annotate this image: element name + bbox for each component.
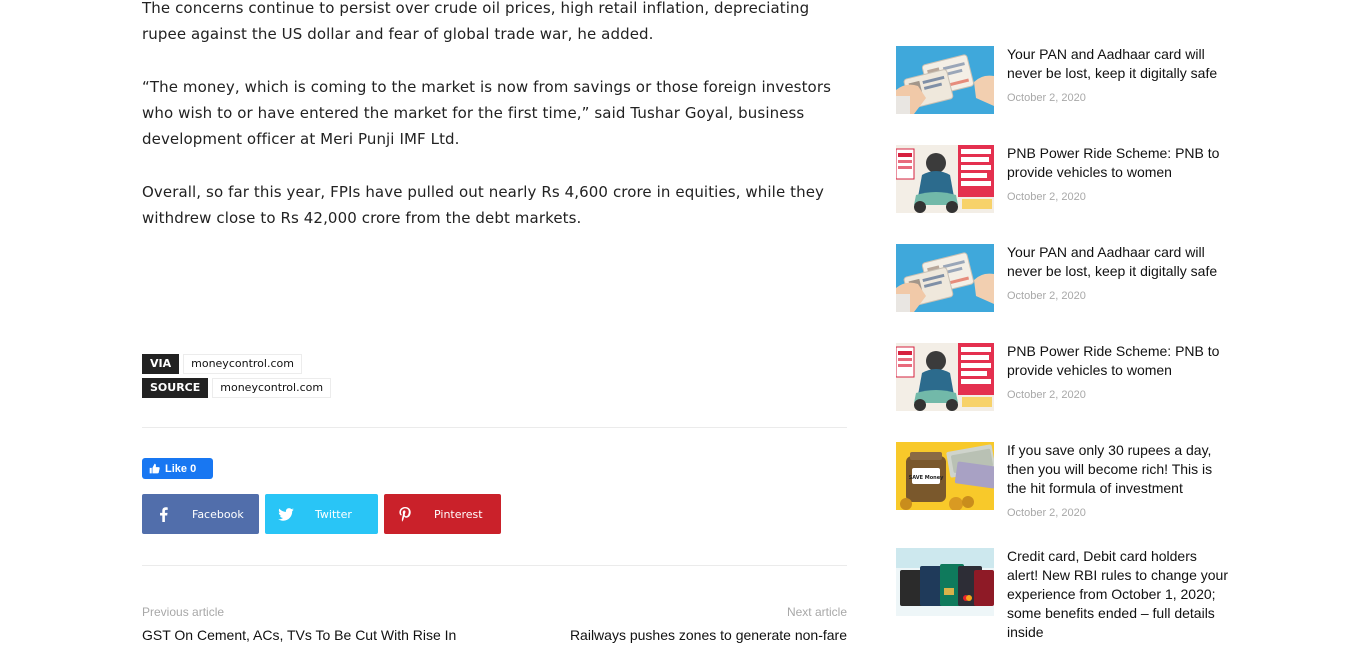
pnb-power-ride-image[interactable]: [896, 343, 994, 411]
pan-aadhaar-card-image[interactable]: [896, 46, 994, 114]
pan-aadhaar-card-image[interactable]: [896, 244, 994, 312]
twitter-icon: [265, 494, 307, 534]
via-label: VIA: [142, 354, 180, 374]
next-article-label: Next article: [786, 605, 847, 619]
sidebar-post-title[interactable]: Your PAN and Aadhaar card will never be …: [1007, 45, 1229, 83]
previous-article-link[interactable]: GST On Cement, ACs, TVs To Be Cut With R…: [142, 627, 456, 643]
credit-cards-image[interactable]: [896, 548, 994, 616]
sidebar-post-date: October 2, 2020: [1007, 507, 1086, 519]
article-paragraph: The concerns continue to persist over cr…: [142, 0, 810, 43]
like-count-label: Like 0: [165, 462, 197, 475]
sidebar-post-date: October 2, 2020: [1007, 389, 1086, 401]
facebook-icon: [142, 494, 184, 534]
share-twitter-label: Twitter: [315, 507, 352, 521]
sidebar-post-title[interactable]: Credit card, Debit card holders alert! N…: [1007, 547, 1229, 642]
source-link[interactable]: moneycontrol.com: [212, 378, 332, 398]
thumb-text: SAVE Money: [909, 475, 945, 481]
source-label: SOURCE: [142, 378, 209, 398]
sidebar-post-date: October 2, 2020: [1007, 191, 1086, 203]
article-paragraph: Overall, so far this year, FPIs have pul…: [142, 183, 825, 227]
sidebar-post-title[interactable]: Your PAN and Aadhaar card will never be …: [1007, 243, 1229, 281]
sidebar-post-date: October 2, 2020: [1007, 92, 1086, 104]
divider: [142, 565, 847, 566]
share-facebook-button[interactable]: Facebook: [142, 494, 259, 534]
via-row: VIA moneycontrol.com: [142, 354, 302, 374]
facebook-like-button[interactable]: Like 0: [142, 458, 213, 479]
pnb-power-ride-image[interactable]: [896, 145, 994, 213]
source-row: SOURCE moneycontrol.com: [142, 378, 332, 398]
via-link[interactable]: moneycontrol.com: [183, 354, 302, 374]
article-paragraph: “The money, which is coming to the marke…: [142, 78, 832, 148]
share-facebook-label: Facebook: [192, 507, 244, 521]
pinterest-icon: [384, 494, 426, 534]
divider: [142, 427, 847, 428]
share-pinterest-label: Pinterest: [434, 507, 483, 521]
sidebar-post-title[interactable]: If you save only 30 rupees a day, then y…: [1007, 441, 1229, 498]
share-twitter-button[interactable]: Twitter: [265, 494, 378, 534]
thumbs-up-icon: [149, 463, 160, 474]
save-money-jar-image[interactable]: SAVE Money: [896, 442, 994, 510]
previous-article-label: Previous article: [142, 605, 225, 619]
next-article-link[interactable]: Railways pushes zones to generate non-fa…: [570, 627, 847, 643]
sidebar-post-title[interactable]: PNB Power Ride Scheme: PNB to provide ve…: [1007, 342, 1229, 380]
share-pinterest-button[interactable]: Pinterest: [384, 494, 501, 534]
sidebar-post-date: October 2, 2020: [1007, 290, 1086, 302]
sidebar-post-title[interactable]: PNB Power Ride Scheme: PNB to provide ve…: [1007, 144, 1229, 182]
